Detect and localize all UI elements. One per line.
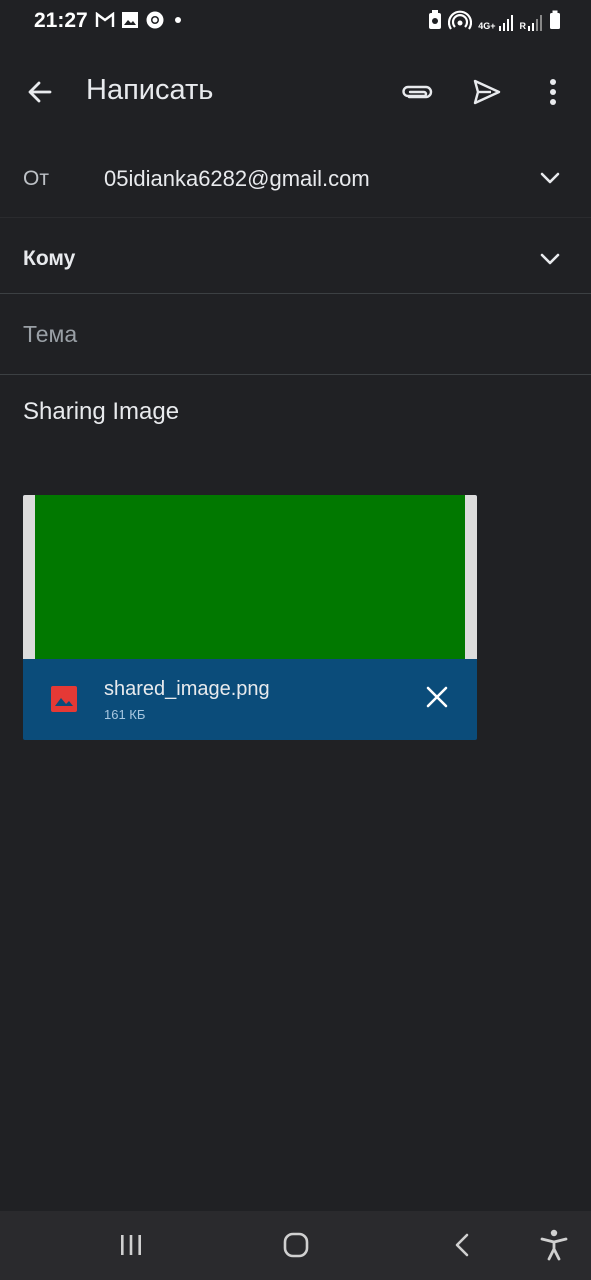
signal-roaming-icon: R: [520, 13, 544, 31]
subject-input[interactable]: Тема: [23, 321, 77, 348]
recent-apps-icon[interactable]: [110, 1229, 152, 1261]
from-label: От: [23, 167, 49, 190]
gallery-notification-icon: [121, 11, 139, 34]
home-icon[interactable]: [276, 1225, 316, 1265]
to-field[interactable]: Кому: [23, 247, 75, 271]
network-type-label: 4G+: [478, 21, 496, 31]
battery-icon: [549, 10, 561, 35]
hotspot-icon: [448, 10, 473, 35]
subject-divider: [0, 374, 591, 375]
attachment-file-size: 161 КБ: [104, 707, 146, 722]
more-vert-icon[interactable]: [536, 72, 570, 112]
attach-icon[interactable]: [396, 72, 438, 112]
dot-icon: [171, 13, 185, 32]
thumbnail-image: [35, 495, 465, 659]
gmail-notification-icon: [95, 11, 115, 33]
attachment-thumbnail: [23, 495, 477, 659]
status-bar: 21:27 4G+ R: [0, 0, 591, 44]
back-nav-icon[interactable]: [444, 1227, 480, 1263]
to-chevron-down-icon[interactable]: [532, 243, 568, 275]
from-chevron-down-icon[interactable]: [532, 162, 568, 194]
notification-icons: [95, 11, 185, 33]
message-body[interactable]: Sharing Image: [23, 398, 179, 426]
system-status-icons: 4G+ R: [428, 9, 561, 35]
remove-attachment-close-icon[interactable]: [419, 679, 455, 715]
signal-4g-icon: 4G+: [478, 13, 513, 31]
attachment-card[interactable]: shared_image.png 161 КБ: [23, 495, 477, 740]
battery-saver-icon: [428, 9, 442, 35]
to-divider: [0, 293, 591, 294]
status-time: 21:27: [34, 9, 88, 32]
from-divider: [0, 217, 591, 218]
from-account-selector[interactable]: 05idianka6282@gmail.com: [104, 166, 370, 192]
roaming-label: R: [519, 21, 527, 31]
send-icon[interactable]: [466, 72, 508, 112]
attachment-file-name: shared_image.png: [104, 678, 270, 700]
accessibility-icon[interactable]: [536, 1225, 572, 1265]
page-title: Написать: [86, 74, 214, 106]
image-file-icon: [50, 685, 78, 718]
back-arrow-icon[interactable]: [20, 72, 60, 112]
chrome-notification-icon: [145, 10, 165, 35]
system-nav-bar: [0, 1211, 591, 1280]
